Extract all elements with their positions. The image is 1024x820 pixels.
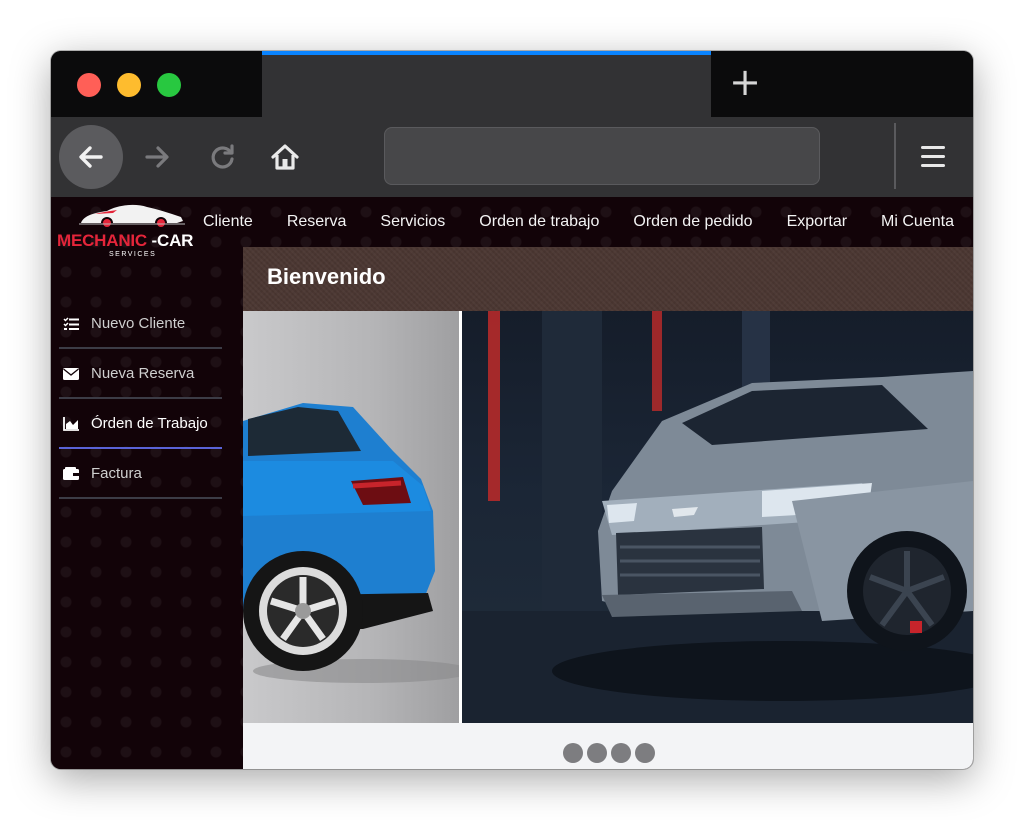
address-bar[interactable]: [384, 127, 820, 185]
tab-accent: [262, 51, 711, 55]
new-tab-button[interactable]: +: [727, 63, 763, 101]
forward-button[interactable]: [125, 125, 189, 189]
blue-suv-image: [243, 311, 473, 723]
sidebar: Nuevo Cliente Nueva Reserva Órden de Tra…: [51, 261, 243, 769]
top-navigation: Cliente Reserva Servicios Orden de traba…: [203, 213, 973, 235]
brand-name-part2: -CAR: [147, 231, 194, 250]
nav-item-mi-cuenta[interactable]: Mi Cuenta: [881, 213, 954, 235]
minimize-window-button[interactable]: [117, 73, 141, 97]
carousel-dot[interactable]: [635, 743, 655, 763]
close-window-button[interactable]: [77, 73, 101, 97]
page-viewport: MECHANIC -CAR SERVICES Cliente Reserva S…: [51, 197, 973, 769]
reload-icon: [211, 144, 234, 169]
carousel-dot[interactable]: [563, 743, 583, 763]
sidebar-item-nueva-reserva[interactable]: Nueva Reserva: [59, 349, 222, 399]
arrow-right-icon: [145, 146, 169, 168]
sidebar-item-factura[interactable]: Factura: [59, 449, 222, 499]
welcome-banner: Bienvenido: [243, 247, 973, 311]
sidebar-item-nuevo-cliente[interactable]: Nuevo Cliente: [59, 299, 222, 349]
carousel-indicators: [563, 743, 659, 763]
nav-item-orden-de-pedido[interactable]: Orden de pedido: [633, 213, 752, 235]
nav-item-servicios[interactable]: Servicios: [380, 213, 445, 235]
sidebar-item-label: Nuevo Cliente: [91, 315, 186, 332]
menu-bar-bottom: [921, 164, 945, 167]
carousel-dot[interactable]: [587, 743, 607, 763]
home-icon: [271, 144, 299, 170]
chart-area-icon: [63, 417, 79, 431]
nav-item-orden-de-trabajo[interactable]: Orden de trabajo: [479, 213, 599, 235]
sidebar-item-label: Nueva Reserva: [91, 365, 195, 382]
toolbar-divider: [894, 123, 896, 189]
browser-toolbar: [51, 117, 973, 197]
brand-subtitle: SERVICES: [109, 251, 157, 258]
silver-suv-image: [462, 311, 973, 723]
home-button[interactable]: [253, 125, 317, 189]
sidebar-item-label: Factura: [91, 465, 142, 482]
image-carousel[interactable]: [243, 311, 973, 723]
menu-bar-top: [921, 146, 945, 149]
arrow-left-icon: [79, 146, 103, 168]
main-content: Bienvenido: [243, 247, 973, 769]
menu-bar-middle: [921, 155, 945, 158]
nav-item-reserva[interactable]: Reserva: [287, 213, 347, 235]
nav-item-exportar[interactable]: Exportar: [787, 213, 847, 235]
maximize-window-button[interactable]: [157, 73, 181, 97]
active-tab[interactable]: [262, 51, 711, 117]
back-button[interactable]: [59, 125, 123, 189]
sidebar-item-label: Órden de Trabajo: [91, 415, 208, 432]
menu-button[interactable]: [913, 137, 953, 177]
envelope-icon: [63, 368, 79, 380]
sidebar-item-orden-de-trabajo[interactable]: Órden de Trabajo: [59, 399, 222, 449]
page-title: Bienvenido: [267, 264, 386, 289]
brand-name: MECHANIC -CAR: [57, 231, 193, 251]
carousel-dot[interactable]: [611, 743, 631, 763]
car-logo-icon: [79, 204, 185, 229]
reload-button[interactable]: [191, 125, 255, 189]
title-bar: +: [51, 51, 973, 117]
list-check-icon: [63, 317, 79, 330]
silver-suv-illustration: [462, 311, 973, 723]
blue-suv-illustration: [243, 403, 473, 683]
nav-item-cliente[interactable]: Cliente: [203, 213, 253, 235]
wallet-icon: [63, 467, 79, 480]
brand-name-part1: MECHANIC: [57, 231, 148, 250]
browser-window: + MECHANIC -CAR SERVICES Cliente Reserva…: [51, 51, 973, 769]
